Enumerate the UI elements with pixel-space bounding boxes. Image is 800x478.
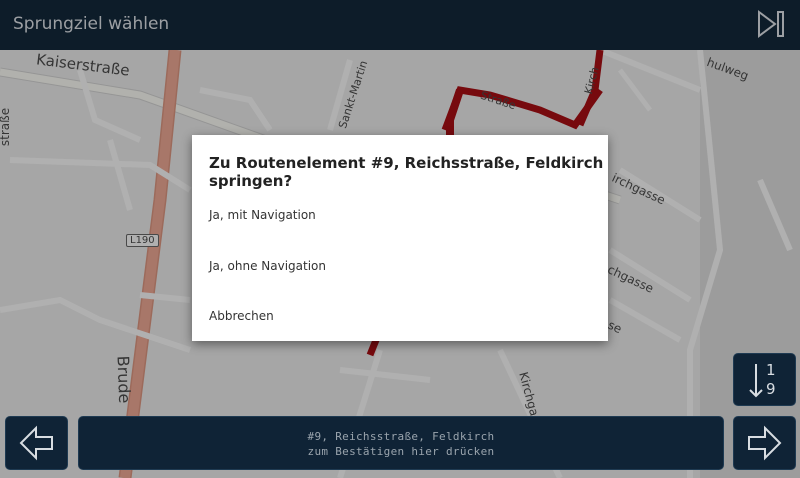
next-button[interactable] — [733, 416, 796, 470]
dialog-title: Zu Routenelement #9, Reichsstraße, Feldk… — [209, 154, 604, 190]
jump-confirm-dialog: Zu Routenelement #9, Reichsstraße, Feldk… — [192, 135, 608, 341]
option-cancel[interactable]: Abbrechen — [209, 309, 274, 323]
previous-button[interactable] — [5, 416, 68, 470]
option-with-navigation[interactable]: Ja, mit Navigation — [209, 208, 316, 222]
confirm-target-button[interactable]: #9, Reichsstraße, Feldkirch zum Bestätig… — [78, 416, 724, 470]
arrow-right-icon — [748, 425, 782, 461]
sort-button[interactable]: 1 9 — [733, 353, 796, 406]
arrow-left-icon — [19, 425, 53, 461]
sort-bottom-number: 9 — [766, 380, 776, 398]
sort-top-number: 1 — [766, 361, 776, 379]
sort-numeric-icon — [749, 364, 763, 398]
confirm-hint: zum Bestätigen hier drücken — [307, 445, 495, 458]
target-name: #9, Reichsstraße, Feldkirch — [307, 430, 495, 443]
option-without-navigation[interactable]: Ja, ohne Navigation — [209, 259, 326, 273]
